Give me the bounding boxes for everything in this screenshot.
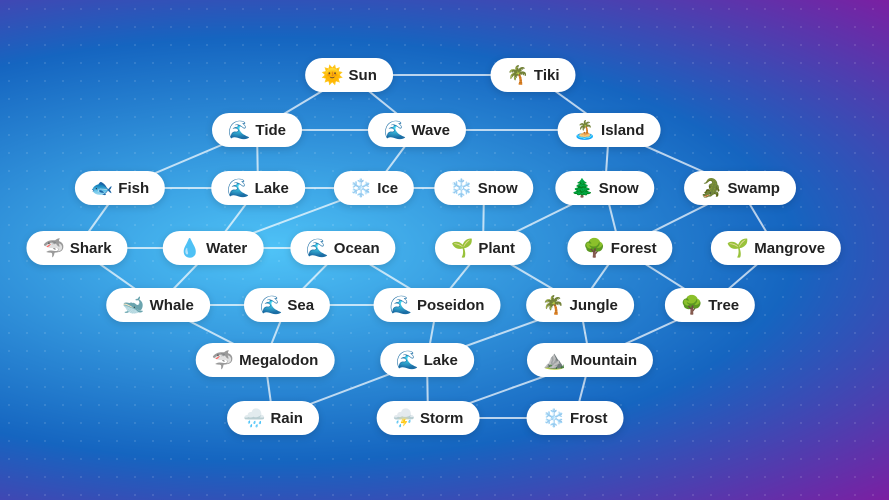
node-icon-sea: 🌊 [260, 296, 282, 314]
node-ice: ❄️ Ice [334, 171, 414, 205]
node-label-swamp: Swamp [727, 180, 780, 197]
node-shark: 🦈 Shark [26, 231, 127, 265]
node-lake1: 🌊 Lake [211, 171, 305, 205]
node-icon-sun: 🌞 [321, 66, 343, 84]
node-swamp: 🐊 Swamp [684, 171, 796, 205]
node-whale: 🐋 Whale [106, 288, 210, 322]
node-plant: 🌱 Plant [435, 231, 531, 265]
node-icon-rain: 🌧️ [243, 409, 265, 427]
node-icon-swamp: 🐊 [700, 179, 722, 197]
node-water: 💧 Water [163, 231, 264, 265]
node-icon-lake2: 🌊 [396, 351, 418, 369]
node-snow1: ❄️ Snow [434, 171, 533, 205]
node-icon-snow2: 🌲 [571, 179, 593, 197]
node-label-frost: Frost [570, 410, 608, 427]
node-storm: ⛈️ Storm [377, 401, 480, 435]
node-icon-jungle: 🌴 [542, 296, 564, 314]
node-label-wave: Wave [411, 122, 450, 139]
node-label-tiki: Tiki [534, 67, 560, 84]
node-label-lake1: Lake [255, 180, 289, 197]
node-label-ice: Ice [377, 180, 398, 197]
node-label-jungle: Jungle [570, 297, 618, 314]
node-label-whale: Whale [150, 297, 194, 314]
node-sun: 🌞 Sun [305, 58, 393, 92]
node-label-ocean: Ocean [334, 240, 380, 257]
node-label-megalodon: Megalodon [239, 352, 318, 369]
node-icon-tiki: 🌴 [507, 66, 529, 84]
node-jungle: 🌴 Jungle [526, 288, 634, 322]
node-label-storm: Storm [420, 410, 463, 427]
node-icon-whale: 🐋 [122, 296, 144, 314]
node-label-mangrove: Mangrove [754, 240, 825, 257]
node-label-tree: Tree [708, 297, 739, 314]
node-frost: ❄️ Frost [527, 401, 624, 435]
node-icon-tree: 🌳 [681, 296, 703, 314]
node-icon-forest: 🌳 [583, 239, 605, 257]
node-mangrove: 🌱 Mangrove [711, 231, 841, 265]
node-label-plant: Plant [478, 240, 515, 257]
node-icon-plant: 🌱 [451, 239, 473, 257]
node-icon-poseidon: 🌊 [390, 296, 412, 314]
node-sea: 🌊 Sea [244, 288, 330, 322]
node-icon-frost: ❄️ [543, 409, 565, 427]
node-icon-fish: 🐟 [91, 179, 113, 197]
node-label-lake2: Lake [424, 352, 458, 369]
node-label-mountain: Mountain [570, 352, 637, 369]
node-icon-ice: ❄️ [350, 179, 372, 197]
node-label-tide: Tide [255, 122, 286, 139]
node-label-island: Island [601, 122, 644, 139]
node-lake2: 🌊 Lake [380, 343, 474, 377]
node-tiki: 🌴 Tiki [491, 58, 576, 92]
node-icon-snow1: ❄️ [450, 179, 472, 197]
node-icon-lake1: 🌊 [227, 179, 249, 197]
node-label-shark: Shark [70, 240, 112, 257]
node-tree: 🌳 Tree [665, 288, 755, 322]
node-rain: 🌧️ Rain [227, 401, 319, 435]
node-label-sea: Sea [287, 297, 314, 314]
node-icon-tide: 🌊 [228, 121, 250, 139]
node-snow2: 🌲 Snow [555, 171, 654, 205]
node-icon-mountain: ⛰️ [543, 351, 565, 369]
node-label-sun: Sun [349, 67, 377, 84]
node-mountain: ⛰️ Mountain [527, 343, 653, 377]
node-label-forest: Forest [611, 240, 657, 257]
node-icon-storm: ⛈️ [393, 409, 415, 427]
node-forest: 🌳 Forest [567, 231, 672, 265]
node-ocean: 🌊 Ocean [290, 231, 395, 265]
node-label-snow1: Snow [478, 180, 518, 197]
node-icon-water: 💧 [179, 239, 201, 257]
node-icon-ocean: 🌊 [306, 239, 328, 257]
node-poseidon: 🌊 Poseidon [374, 288, 501, 322]
node-island: 🏝️ Island [558, 113, 661, 147]
graph-container: 🌞 Sun 🌴 Tiki 🌊 Tide 🌊 Wave 🏝️ Island 🐟 Fish 🌊 Lake ❄️ I… [0, 0, 889, 500]
node-wave: 🌊 Wave [368, 113, 466, 147]
node-icon-mangrove: 🌱 [727, 239, 749, 257]
node-tide: 🌊 Tide [212, 113, 302, 147]
node-icon-wave: 🌊 [384, 121, 406, 139]
node-label-fish: Fish [118, 180, 149, 197]
node-megalodon: 🦈 Megalodon [196, 343, 335, 377]
node-icon-island: 🏝️ [574, 121, 596, 139]
node-fish: 🐟 Fish [75, 171, 165, 205]
node-icon-megalodon: 🦈 [212, 351, 234, 369]
node-label-snow2: Snow [599, 180, 639, 197]
node-label-poseidon: Poseidon [417, 297, 485, 314]
node-icon-shark: 🦈 [42, 239, 64, 257]
node-label-rain: Rain [270, 410, 303, 427]
node-label-water: Water [206, 240, 247, 257]
